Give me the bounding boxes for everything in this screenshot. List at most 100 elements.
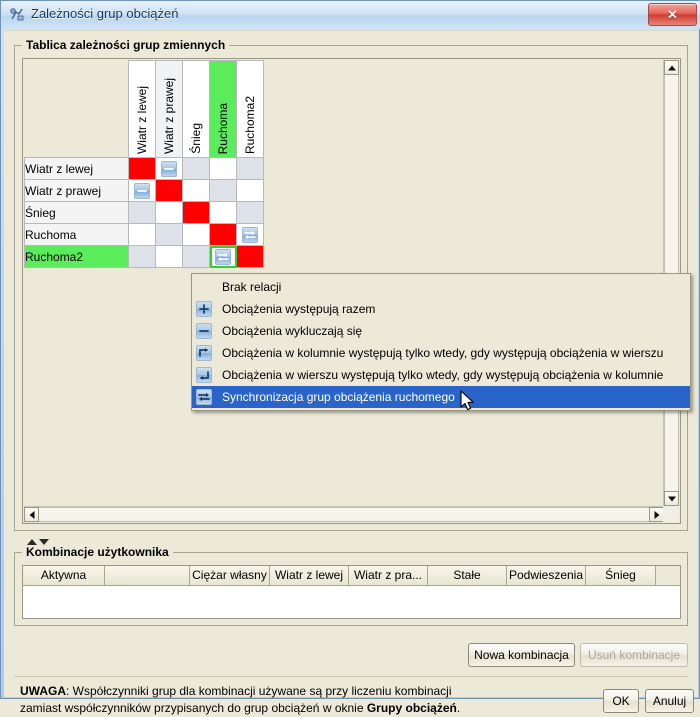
matrix-row-header[interactable]: Wiatr z prawej [24, 179, 129, 202]
matrix-cell[interactable] [236, 223, 264, 246]
combination-grid[interactable]: Aktywna Ciężar własny Wiatr z lewej Wiatr z… [22, 565, 681, 619]
matrix-cell[interactable] [155, 179, 183, 202]
matrix-column-header[interactable]: Wiatr z lewej [128, 60, 156, 158]
matrix-row-header-label: Wiatr z lewej [25, 161, 94, 176]
combination-column-header[interactable]: Stałe [428, 566, 507, 585]
triangle-up-icon [667, 65, 676, 70]
matrix-cell[interactable] [155, 157, 183, 180]
matrix-cell[interactable] [155, 201, 183, 224]
scrollbar-corner [663, 506, 679, 522]
close-icon: ✕ [667, 6, 678, 22]
sync-arrows-icon [196, 389, 212, 405]
matrix-column-header[interactable]: Śnieg [182, 60, 210, 158]
context-menu-item[interactable]: Obciążenia w kolumnie występują tylko wt… [192, 342, 690, 364]
scroll-left-button[interactable] [24, 507, 39, 522]
arrow-down-left-icon [196, 367, 212, 383]
matrix-cell[interactable] [128, 157, 156, 180]
combination-column-header[interactable]: Podwieszenia [507, 566, 586, 585]
combination-column-header-label: Ciężar własny [192, 568, 267, 582]
matrix-cell[interactable] [209, 201, 237, 224]
context-menu-item-label: Brak relacji [222, 280, 282, 294]
window-title: Zależności grup obciążeń [31, 6, 179, 21]
matrix-column-header[interactable]: Ruchoma2 [236, 60, 264, 158]
matrix-row-header[interactable]: Ruchoma [24, 223, 129, 246]
footer-divider [14, 676, 688, 677]
matrix-cell[interactable] [236, 201, 264, 224]
combination-grid-header: Aktywna Ciężar własny Wiatr z lewej Wiatr z… [23, 566, 680, 586]
combination-groupbox-title: Kombinacje użytkownika [22, 545, 173, 559]
warning-note-prefix: UWAGA [20, 684, 66, 698]
context-menu-item-label: Synchronizacja grup obciążenia ruchomego [222, 390, 455, 404]
horizontal-scroll-track[interactable] [39, 507, 649, 522]
matrix-groupbox-title: Tablica zależności grup zmiennych [22, 38, 230, 52]
matrix-cell[interactable] [155, 245, 183, 268]
new-combination-button[interactable]: Nowa kombinacja [468, 643, 575, 667]
combination-column-header-label: Śnieg [605, 568, 636, 582]
close-button[interactable]: ✕ [648, 3, 697, 26]
ok-button[interactable]: OK [603, 689, 639, 713]
matrix-cell[interactable] [209, 179, 237, 202]
minus-icon [196, 323, 212, 339]
matrix-cell[interactable] [182, 245, 210, 268]
warning-note-line2-end: . [456, 701, 461, 715]
context-menu-item[interactable]: Brak relacji [192, 276, 690, 298]
matrix-row-header[interactable]: Wiatr z lewej [24, 157, 129, 180]
matrix-row: Śnieg [24, 201, 264, 224]
triangle-left-icon [29, 510, 34, 519]
scroll-up-button[interactable] [664, 60, 679, 75]
matrix-column-header-label: Śnieg [189, 123, 203, 154]
context-menu-item[interactable]: Synchronizacja grup obciążenia ruchomego [192, 386, 690, 408]
matrix-cell[interactable] [236, 179, 264, 202]
matrix-cell[interactable] [128, 245, 156, 268]
matrix-row-header[interactable]: Ruchoma2 [24, 245, 129, 268]
matrix-cell[interactable] [128, 201, 156, 224]
combination-column-header-label: Podwieszenia [508, 568, 584, 582]
matrix-column-header[interactable]: Ruchoma [209, 60, 237, 158]
matrix-cell[interactable] [209, 223, 237, 246]
combination-column-header[interactable]: Aktywna [23, 566, 105, 585]
matrix-cell[interactable] [155, 223, 183, 246]
matrix-cell[interactable] [128, 223, 156, 246]
combination-column-header[interactable]: Ciężar własny [190, 566, 270, 585]
matrix-row-header[interactable]: Śnieg [24, 201, 129, 224]
matrix-cell[interactable] [182, 157, 210, 180]
matrix-row-header-label: Ruchoma [25, 227, 77, 242]
combination-grid-body[interactable] [23, 586, 680, 618]
matrix-corner-cell [24, 60, 129, 158]
matrix-cell[interactable] [209, 245, 237, 268]
warning-note-line2-start: zamiast współczynników przypisanych do g… [20, 701, 367, 715]
combination-column-header[interactable]: Śnieg [586, 566, 656, 585]
warning-note: UWAGA: Współczynniki grup dla kombinacji… [20, 683, 580, 717]
dialog-window: Zależności grup obciążeń ✕ Tablica zależ… [0, 0, 700, 715]
matrix-horizontal-scrollbar[interactable] [24, 506, 664, 522]
warning-note-line1: : Współczynniki grup dla kombinacji używ… [66, 684, 452, 698]
minus-icon [161, 160, 177, 177]
combination-column-header[interactable] [105, 566, 190, 585]
matrix-cell[interactable] [182, 179, 210, 202]
combination-column-header[interactable]: Wiatr z pra... [349, 566, 428, 585]
matrix-cell[interactable] [236, 157, 264, 180]
matrix-cell[interactable] [128, 179, 156, 202]
matrix-column-header[interactable]: Wiatr z prawej [155, 60, 183, 158]
combination-groupbox: Kombinacje użytkownika Aktywna Ciężar wła… [14, 545, 688, 626]
warning-note-line2-bold: Grupy obciążeń [366, 701, 457, 715]
relation-context-menu[interactable]: Brak relacji Obciążenia występują razem Ob… [191, 273, 691, 411]
context-menu-item[interactable]: Obciążenia w wierszu występują tylko wte… [192, 364, 690, 386]
dependency-matrix[interactable]: Wiatr z lewej Wiatr z prawej Śnieg Ruchoma R… [24, 60, 264, 268]
cancel-button[interactable]: Anuluj [645, 689, 694, 713]
context-menu-item[interactable]: Obciążenia wykluczają się [192, 320, 690, 342]
combination-column-header-label: Wiatr z pra... [353, 568, 422, 582]
matrix-cell[interactable] [209, 157, 237, 180]
matrix-cell[interactable] [182, 201, 210, 224]
context-menu-item[interactable]: Obciążenia występują razem [192, 298, 690, 320]
minus-icon [134, 182, 150, 199]
matrix-cell[interactable] [182, 223, 210, 246]
combination-column-header-label: Stałe [453, 568, 481, 582]
combination-column-header[interactable]: Wiatr z lewej [270, 566, 349, 585]
context-menu-item-label: Obciążenia wykluczają się [222, 324, 363, 338]
matrix-row: Wiatr z prawej [24, 179, 264, 202]
matrix-header-row: Wiatr z lewej Wiatr z prawej Śnieg Ruchoma R… [24, 60, 264, 158]
matrix-cell[interactable] [236, 245, 264, 268]
scroll-down-button[interactable] [664, 491, 679, 506]
scroll-right-button[interactable] [649, 507, 664, 522]
